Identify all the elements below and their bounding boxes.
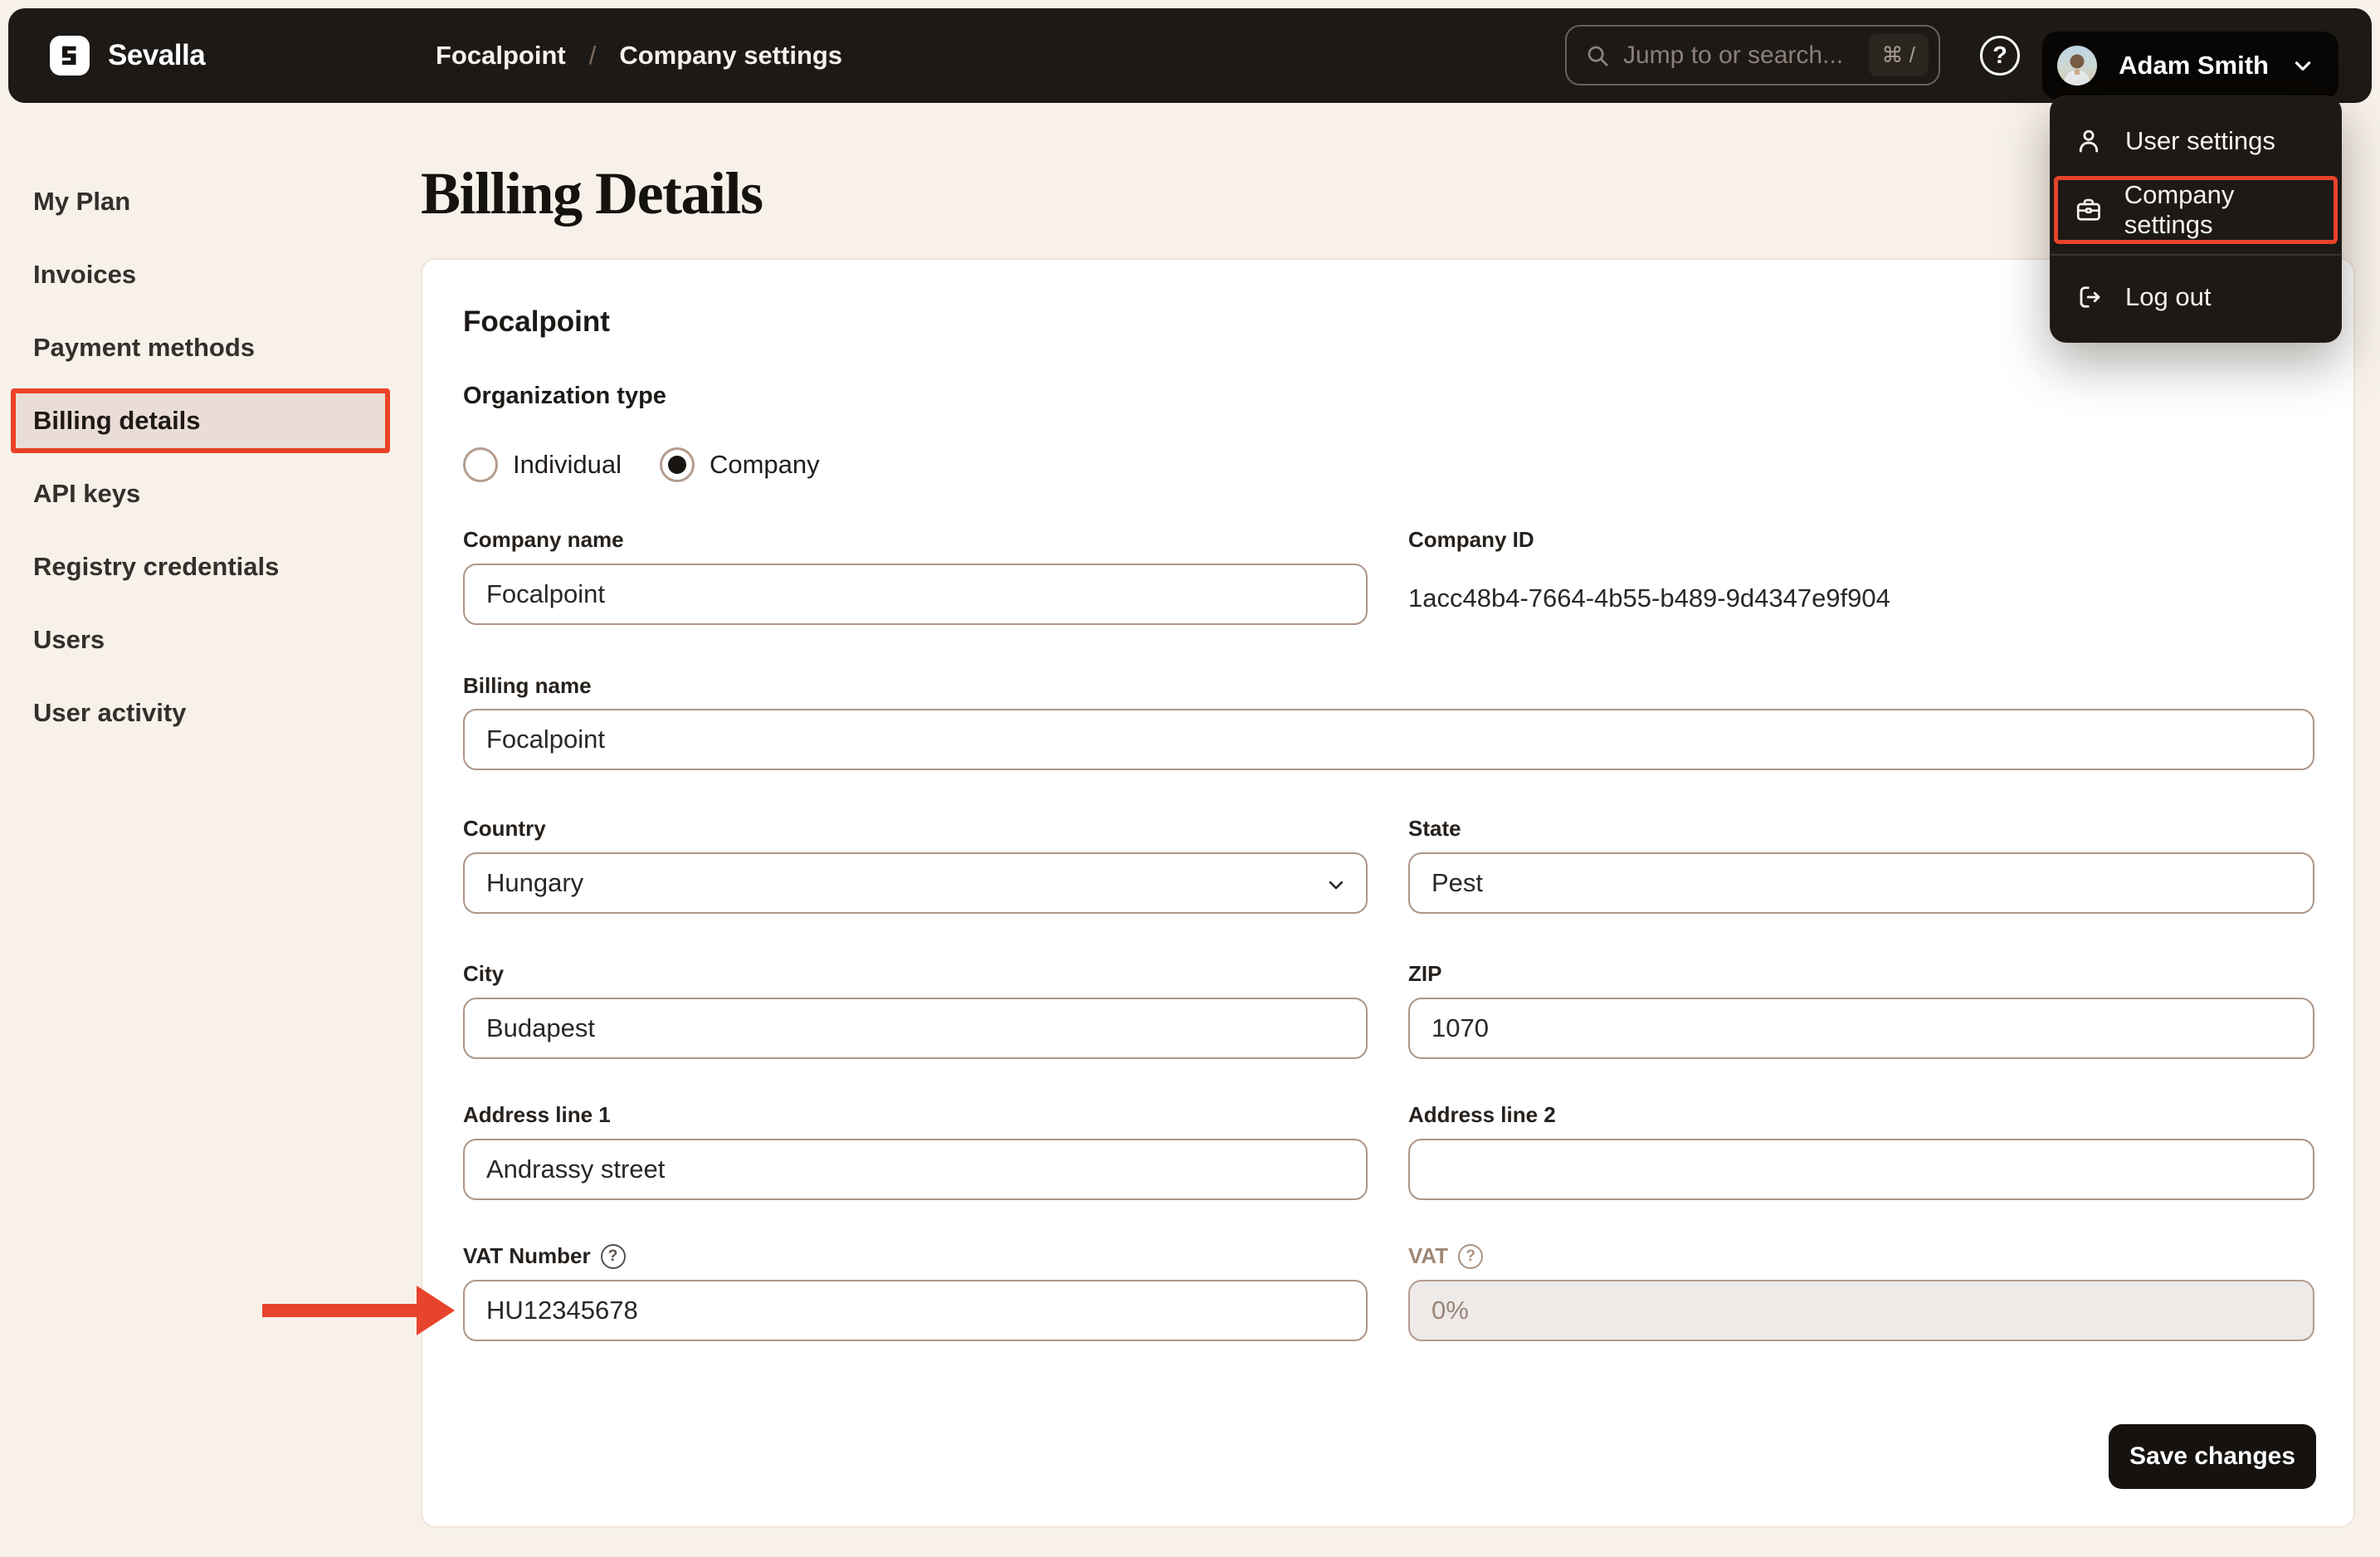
organization-type-radio-group: Individual Company xyxy=(463,447,820,482)
billing-details-card: Focalpoint Organization type Individual … xyxy=(421,258,2355,1528)
sidebar: My Plan Invoices Payment methods Billing… xyxy=(0,165,407,749)
radio-selected-dot xyxy=(667,456,686,474)
breadcrumb-item-current: Company settings xyxy=(619,41,843,70)
radio-company[interactable] xyxy=(659,447,695,482)
state-label: State xyxy=(1408,816,1461,841)
address-line-2-label: Address line 2 xyxy=(1408,1102,1556,1127)
chevron-down-icon xyxy=(2295,61,2311,71)
breadcrumb: Focalpoint / Company settings xyxy=(436,8,842,103)
search-shortcut-badge: ⌘ / xyxy=(1868,34,1929,76)
company-id-label: Company ID xyxy=(1408,527,1534,552)
vat-input xyxy=(1408,1280,2314,1341)
breadcrumb-separator: / xyxy=(588,41,597,70)
logout-icon xyxy=(2080,286,2100,308)
menu-item-label: Company settings xyxy=(2124,180,2235,239)
vat-label: VAT ? xyxy=(1408,1243,1484,1269)
radio-individual[interactable] xyxy=(463,447,498,482)
user-dropdown-menu: User settings Company settings Log out xyxy=(2050,95,2342,343)
address-line-1-label: Address line 1 xyxy=(463,1102,611,1127)
address-line-2-input[interactable] xyxy=(1408,1139,2314,1200)
help-button[interactable]: ? xyxy=(1980,36,2020,76)
search-input[interactable] xyxy=(1623,41,1856,70)
user-menu-button[interactable]: Adam Smith xyxy=(2042,32,2339,100)
help-icon: ? xyxy=(1980,36,2020,76)
page-title: Billing Details xyxy=(421,160,763,227)
save-changes-button[interactable]: Save changes xyxy=(2109,1424,2316,1489)
vat-label-text: VAT xyxy=(1408,1243,1449,1268)
breadcrumb-item-workspace[interactable]: Focalpoint xyxy=(436,41,566,71)
sidebar-item-billing-details[interactable]: Billing details xyxy=(11,388,390,453)
country-selected-value: Hungary xyxy=(486,868,584,897)
billing-name-input[interactable] xyxy=(463,709,2314,770)
topbar: Sevalla Focalpoint / Company settings ⌘ … xyxy=(8,8,2372,103)
vat-number-label: VAT Number ? xyxy=(463,1243,626,1269)
company-name-label: Company name xyxy=(463,527,624,552)
sidebar-item-payment-methods[interactable]: Payment methods xyxy=(0,311,407,384)
select-chevron-icon xyxy=(1329,881,1344,890)
radio-company-label: Company xyxy=(709,450,820,479)
vat-number-label-text: VAT Number xyxy=(463,1243,591,1268)
zip-label: ZIP xyxy=(1408,961,1442,986)
zip-input[interactable] xyxy=(1408,998,2314,1059)
avatar xyxy=(2057,46,2098,85)
organization-type-label: Organization type xyxy=(463,383,666,409)
vat-number-input[interactable] xyxy=(463,1280,1368,1341)
menu-item-log-out[interactable]: Log out xyxy=(2051,266,2341,329)
address-line-1-input[interactable] xyxy=(463,1139,1368,1200)
city-label: City xyxy=(463,961,505,986)
brand[interactable]: Sevalla xyxy=(50,8,206,103)
radio-individual-label: Individual xyxy=(513,450,622,479)
annotation-arrow xyxy=(262,1286,455,1335)
company-name-input[interactable] xyxy=(463,564,1368,625)
sidebar-item-registry-credentials[interactable]: Registry credentials xyxy=(0,530,407,603)
menu-item-company-settings[interactable]: Company settings xyxy=(2058,180,2334,240)
vat-help-icon[interactable]: ? xyxy=(1458,1243,1484,1269)
user-name: Adam Smith xyxy=(2119,51,2269,80)
country-select[interactable]: Hungary xyxy=(463,852,1368,914)
menu-divider xyxy=(2051,254,2341,256)
sidebar-item-invoices[interactable]: Invoices xyxy=(0,238,407,311)
sidebar-item-api-keys[interactable]: API keys xyxy=(0,457,407,530)
menu-item-label: User settings xyxy=(2125,126,2275,155)
billing-name-label: Billing name xyxy=(463,673,592,698)
search-icon xyxy=(1587,46,1608,66)
user-icon xyxy=(2079,129,2099,153)
sevalla-logo-icon xyxy=(50,36,90,76)
menu-item-label: Log out xyxy=(2125,282,2212,311)
company-id-value: 1acc48b4-7664-4b55-b489-9d4347e9f904 xyxy=(1408,583,1890,613)
city-input[interactable] xyxy=(463,998,1368,1059)
vat-number-help-icon[interactable]: ? xyxy=(600,1243,626,1269)
search-box[interactable]: ⌘ / xyxy=(1565,25,1940,85)
company-settings-highlight-box: Company settings xyxy=(2054,176,2338,244)
sidebar-item-user-activity[interactable]: User activity xyxy=(0,676,407,749)
sidebar-item-my-plan[interactable]: My Plan xyxy=(0,165,407,238)
brand-name: Sevalla xyxy=(108,39,206,71)
menu-item-user-settings[interactable]: User settings xyxy=(2051,110,2341,173)
sidebar-item-users[interactable]: Users xyxy=(0,603,407,676)
briefcase-icon xyxy=(2076,198,2100,221)
company-title: Focalpoint xyxy=(463,305,610,338)
state-input[interactable] xyxy=(1408,852,2314,914)
country-label: Country xyxy=(463,816,546,841)
